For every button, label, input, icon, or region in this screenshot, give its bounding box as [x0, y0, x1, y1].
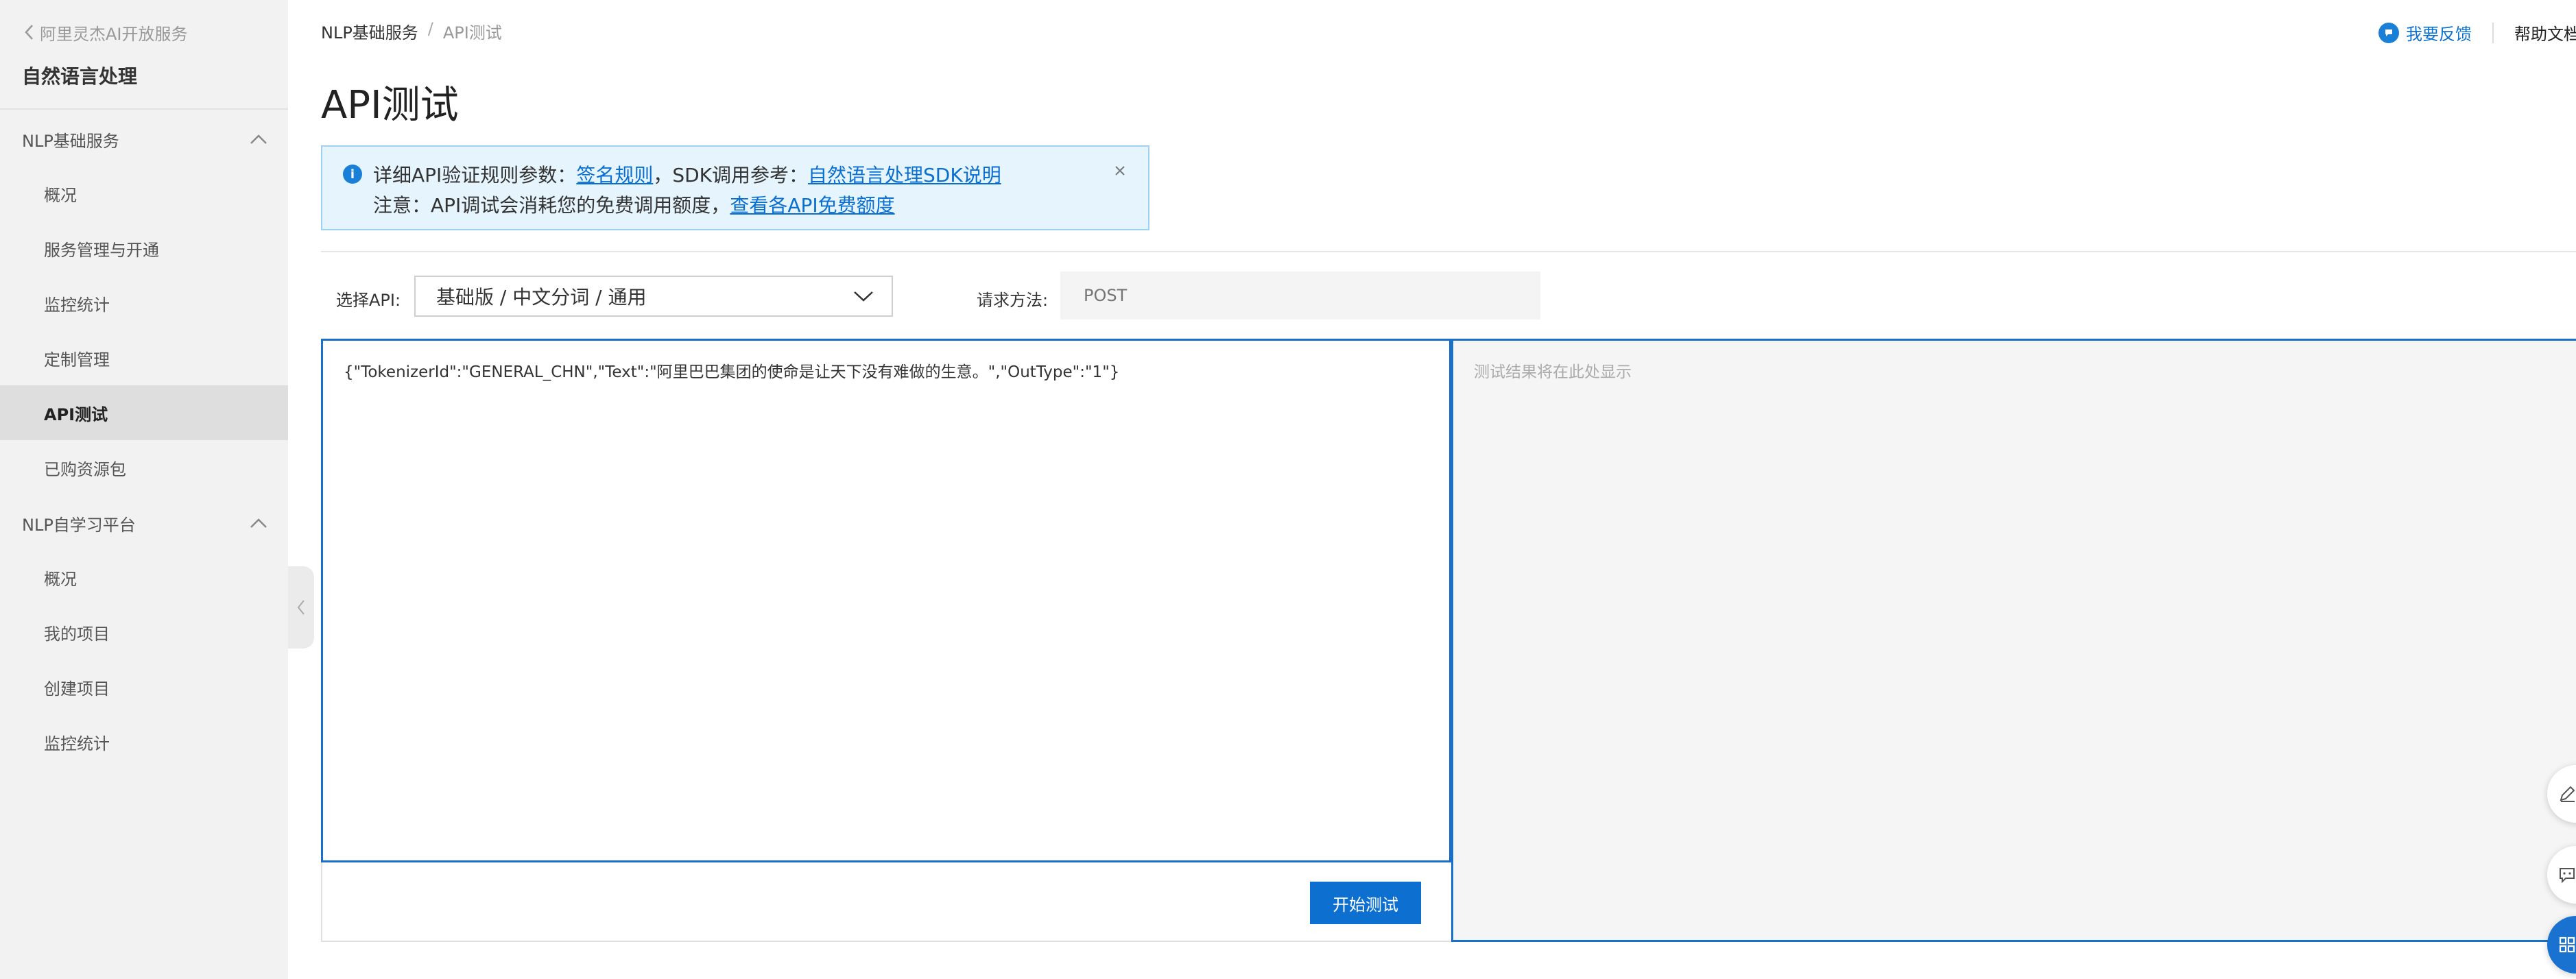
- sidebar-item-customization[interactable]: 定制管理: [0, 330, 288, 385]
- free-quota-link[interactable]: 查看各API免费额度: [730, 194, 894, 217]
- sidebar-title: 自然语言处理: [22, 65, 138, 88]
- chat-icon: [2560, 868, 2575, 884]
- notice-text: 详细API验证规则参数：: [373, 164, 577, 186]
- api-select[interactable]: 基础版 / 中文分词 / 通用: [414, 276, 893, 317]
- method-label: 请求方法:: [977, 291, 1049, 310]
- select-api-label: 选择API:: [336, 291, 401, 310]
- info-icon: i: [343, 165, 362, 184]
- chevron-left-icon: [25, 25, 33, 40]
- chevron-up-icon: [250, 518, 267, 528]
- sidebar-group-nlp-basic[interactable]: NLP基础服务: [22, 122, 269, 156]
- sign-rules-link[interactable]: 签名规则: [576, 164, 653, 186]
- back-link-label: 阿里灵杰AI开放服务: [40, 24, 188, 44]
- sidebar-item-overview-2[interactable]: 概况: [0, 550, 288, 605]
- notice-text: 注意：API调试会消耗您的免费调用额度，: [373, 194, 730, 217]
- sidebar-item-resource-packs[interactable]: 已购资源包: [0, 440, 288, 495]
- notice-line-1: 详细API验证规则参数：签名规则，SDK调用参考：自然语言处理SDK说明: [373, 160, 1001, 188]
- sidebar-item-api-test[interactable]: API测试: [0, 385, 288, 440]
- pencil-icon: [2560, 786, 2575, 802]
- sidebar-item-monitoring-2[interactable]: 监控统计: [0, 714, 288, 769]
- app-root: 阿里灵杰AI开放服务 自然语言处理 NLP基础服务 概况 服务管理与开通 监控统…: [0, 0, 2576, 979]
- breadcrumb: NLP基础服务 / API测试: [321, 19, 502, 43]
- sidebar-item-create-project[interactable]: 创建项目: [0, 660, 288, 714]
- header-divider: [2492, 22, 2494, 43]
- page-title: API测试: [321, 83, 459, 128]
- breadcrumb-current: API测试: [442, 23, 502, 43]
- sidebar-group-nlp-selflearn[interactable]: NLP自学习平台: [22, 506, 269, 540]
- breadcrumb-separator: /: [427, 19, 433, 38]
- section-divider: [321, 251, 2576, 252]
- api-select-value: 基础版 / 中文分词 / 通用: [436, 286, 647, 309]
- notice-line-2: 注意：API调试会消耗您的免费调用额度，查看各API免费额度: [373, 191, 895, 218]
- sidebar-divider: [0, 108, 288, 110]
- feedback-label: 我要反馈: [2406, 25, 2472, 44]
- sidebar-group-label: NLP自学习平台: [22, 515, 136, 535]
- notice-banner: i 详细API验证规则参数：签名规则，SDK调用参考：自然语言处理SDK说明 注…: [321, 145, 1149, 230]
- sidebar-item-my-projects[interactable]: 我的项目: [0, 605, 288, 660]
- result-panel: 测试结果将在此处显示: [1451, 339, 2576, 942]
- request-body-editor[interactable]: {"TokenizerId":"GENERAL_CHN","Text":"阿里巴…: [321, 339, 1451, 862]
- sidebar-item-overview[interactable]: 概况: [0, 166, 288, 221]
- notice-text: ，SDK调用参考：: [653, 164, 809, 186]
- method-field[interactable]: [1060, 271, 1540, 319]
- sidebar: 阿里灵杰AI开放服务 自然语言处理 NLP基础服务 概况 服务管理与开通 监控统…: [0, 0, 288, 979]
- header-actions: 我要反馈 帮助文档: [2378, 21, 2576, 45]
- start-test-button[interactable]: 开始测试: [1310, 882, 1421, 924]
- chevron-left-icon: [297, 600, 305, 615]
- close-icon[interactable]: [1110, 160, 1130, 181]
- grid-icon: [2559, 936, 2575, 953]
- help-docs-link[interactable]: 帮助文档: [2514, 21, 2576, 45]
- breadcrumb-parent[interactable]: NLP基础服务: [321, 19, 418, 43]
- sidebar-item-monitoring[interactable]: 监控统计: [0, 276, 288, 330]
- sidebar-collapse-toggle[interactable]: [288, 566, 314, 649]
- sidebar-group-label: NLP基础服务: [22, 131, 119, 151]
- chevron-down-icon: [854, 291, 873, 302]
- feedback-icon: [2378, 22, 2399, 43]
- chevron-up-icon: [250, 134, 267, 144]
- back-link[interactable]: 阿里灵杰AI开放服务: [22, 21, 188, 44]
- sdk-docs-link[interactable]: 自然语言处理SDK说明: [808, 164, 1001, 186]
- feedback-link[interactable]: 我要反馈: [2378, 21, 2472, 45]
- result-placeholder: 测试结果将在此处显示: [1474, 363, 1632, 381]
- sidebar-item-service-management[interactable]: 服务管理与开通: [0, 221, 288, 276]
